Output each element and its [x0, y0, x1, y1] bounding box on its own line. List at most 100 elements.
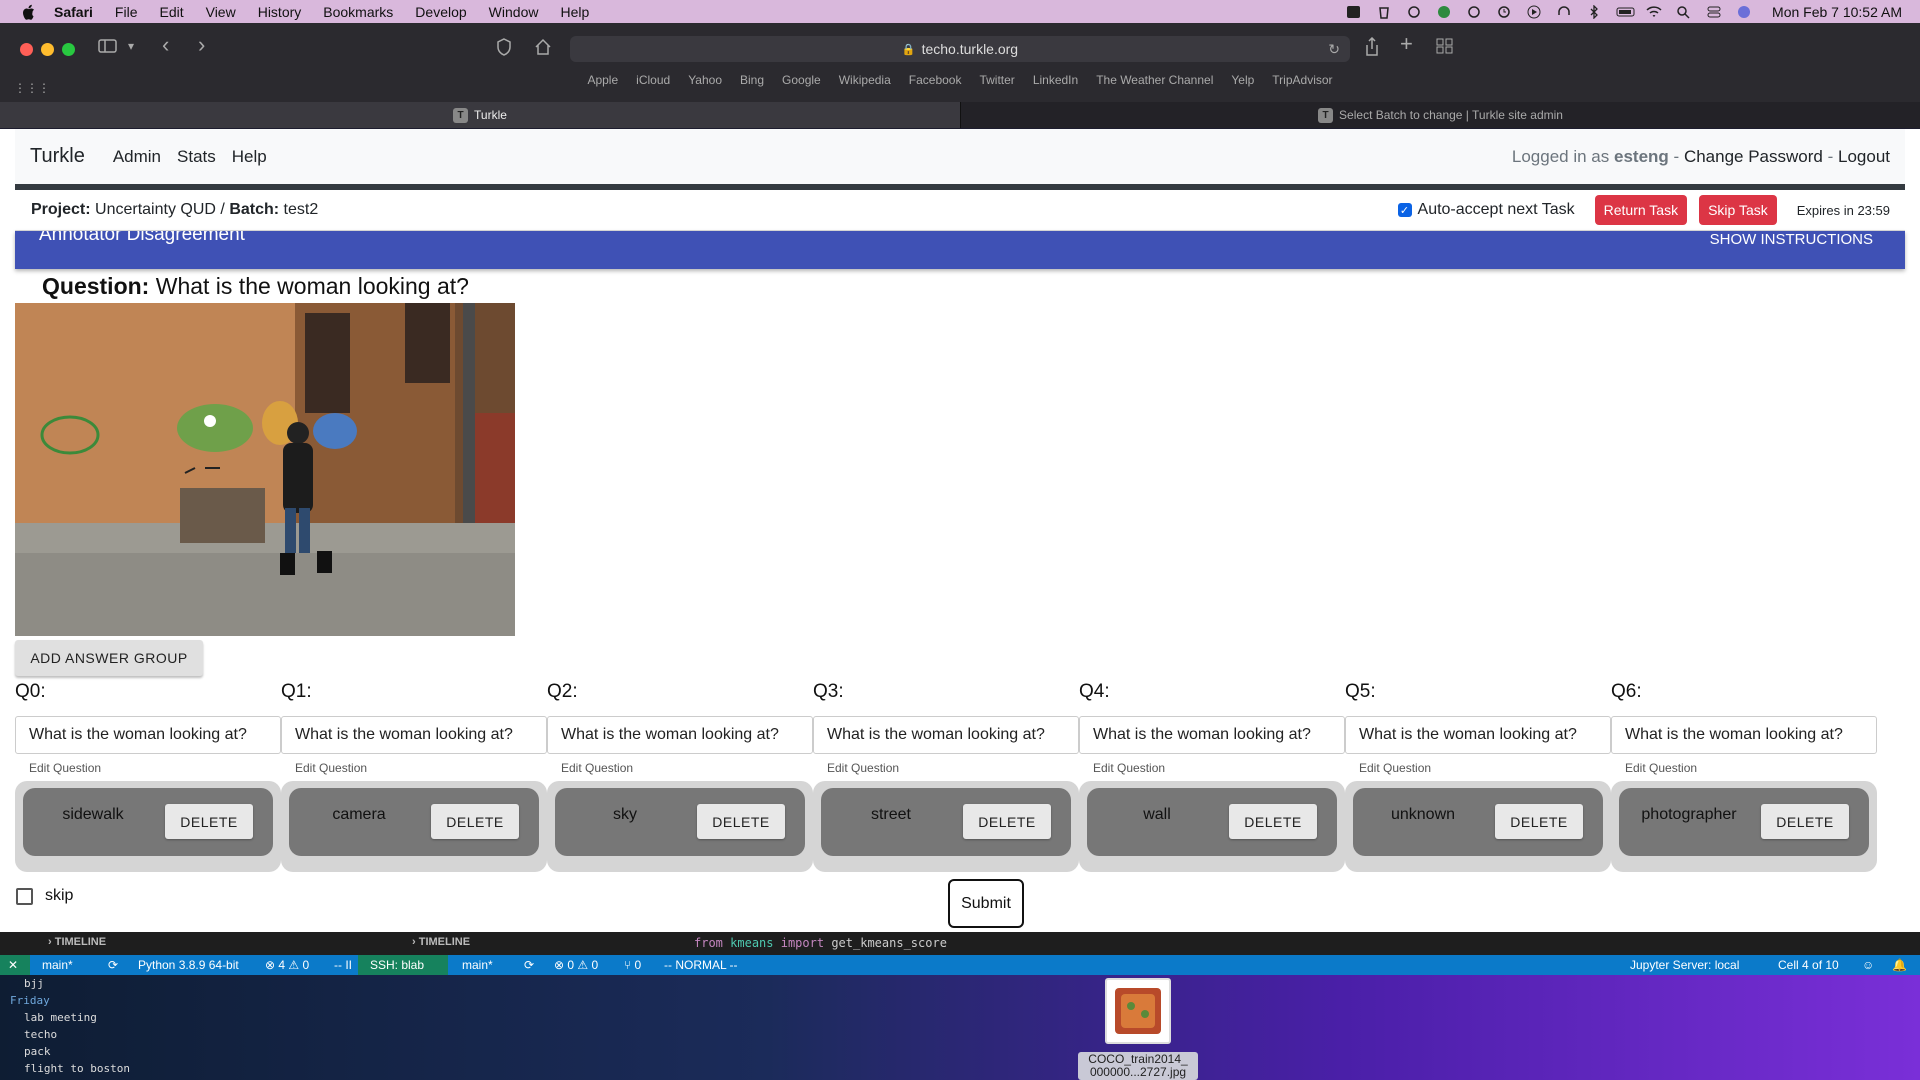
timeline-panel-header[interactable]: › TIMELINE — [412, 936, 470, 948]
back-arrow-icon[interactable]: ‹ — [162, 34, 169, 56]
python-interpreter[interactable]: Python 3.8.9 64-bit — [138, 958, 239, 972]
answer-chip[interactable]: street DELETE — [821, 788, 1071, 856]
delete-answer-button[interactable]: DELETE — [1229, 804, 1317, 839]
home-icon[interactable] — [534, 38, 552, 60]
new-tab-plus-icon[interactable]: + — [1400, 33, 1413, 55]
nav-help-link[interactable]: Help — [232, 147, 267, 167]
sidebar-chevron-down-icon[interactable]: ▾ — [128, 36, 134, 56]
forward-arrow-icon[interactable]: › — [198, 34, 205, 56]
delete-answer-button[interactable]: DELETE — [1495, 804, 1583, 839]
delete-answer-button[interactable]: DELETE — [165, 804, 253, 839]
share-icon[interactable] — [1364, 36, 1380, 61]
nav-admin-link[interactable]: Admin — [113, 147, 161, 167]
menu-history[interactable]: History — [258, 4, 302, 20]
favorite-twitter[interactable]: Twitter — [979, 73, 1014, 93]
address-bar[interactable]: 🔒 techo.turkle.org ↻ — [570, 36, 1350, 62]
add-answer-group-button[interactable]: ADD ANSWER GROUP — [15, 640, 203, 676]
answer-chip[interactable]: camera DELETE — [289, 788, 539, 856]
skip-task-button[interactable]: Skip Task — [1699, 195, 1777, 225]
delete-answer-button[interactable]: DELETE — [697, 804, 785, 839]
auto-accept-toggle[interactable]: ✓ Auto-accept next Task — [1397, 201, 1575, 219]
wifi-icon[interactable] — [1646, 5, 1662, 19]
time-machine-icon[interactable] — [1496, 5, 1512, 19]
timeline-panel-header[interactable]: › TIMELINE — [48, 936, 106, 948]
zoom-window-button[interactable] — [62, 43, 75, 56]
battery-icon[interactable] — [1616, 5, 1635, 19]
menu-view[interactable]: View — [206, 4, 236, 20]
change-password-link[interactable]: Change Password — [1684, 147, 1823, 166]
spotlight-search-icon[interactable] — [1676, 5, 1692, 19]
bluetooth-icon[interactable] — [1586, 3, 1602, 20]
answer-chip[interactable]: sidewalk DELETE — [23, 788, 273, 856]
control-center-icon[interactable] — [1706, 5, 1722, 19]
question-input[interactable]: What is the woman looking at? — [15, 716, 281, 754]
tab-overview-icon[interactable] — [1436, 38, 1454, 58]
siri-icon[interactable] — [1736, 5, 1752, 19]
trash-status-icon[interactable] — [1376, 5, 1392, 19]
sidebar-toggle-icon[interactable] — [98, 38, 118, 58]
question-input[interactable]: What is the woman looking at? — [1611, 716, 1877, 754]
delete-answer-button[interactable]: DELETE — [963, 804, 1051, 839]
problems-mid[interactable]: ⊗ 0 ⚠ 0 — [554, 958, 598, 972]
tab-turkle[interactable]: T Turkle — [0, 102, 960, 128]
menu-develop[interactable]: Develop — [415, 4, 466, 20]
delete-answer-button[interactable]: DELETE — [1761, 804, 1849, 839]
menu-bookmarks[interactable]: Bookmarks — [323, 4, 393, 20]
tab-admin[interactable]: T Select Batch to change | Turkle site a… — [960, 102, 1920, 128]
menu-help[interactable]: Help — [560, 4, 589, 20]
answer-chip[interactable]: sky DELETE — [555, 788, 805, 856]
play-status-icon[interactable] — [1526, 5, 1542, 19]
answer-chip[interactable]: unknown DELETE — [1353, 788, 1603, 856]
desktop-file-icon[interactable]: COCO_train2014_ 000000...2727.jpg — [1078, 978, 1198, 1080]
apple-menu-icon[interactable] — [20, 3, 38, 21]
cell-indicator[interactable]: Cell 4 of 10 — [1778, 958, 1839, 972]
favorite-linkedin[interactable]: LinkedIn — [1033, 73, 1078, 93]
dollar-status-icon[interactable] — [1436, 5, 1452, 19]
favorite-apple[interactable]: Apple — [587, 73, 618, 93]
status-app-icon[interactable] — [1346, 5, 1362, 19]
answer-chip[interactable]: wall DELETE — [1087, 788, 1337, 856]
favorite-google[interactable]: Google — [782, 73, 821, 93]
menu-window[interactable]: Window — [489, 4, 539, 20]
favorite-facebook[interactable]: Facebook — [909, 73, 962, 93]
return-task-button[interactable]: Return Task — [1594, 195, 1688, 225]
feedback-icon[interactable]: ☺ — [1862, 958, 1874, 972]
favorite-yahoo[interactable]: Yahoo — [688, 73, 722, 93]
favorite-tripadvisor[interactable]: TripAdvisor — [1272, 73, 1332, 93]
skip-toggle[interactable]: skip — [16, 887, 73, 905]
problems-left[interactable]: ⊗ 4 ⚠ 0 — [265, 958, 309, 972]
favorite-wikipedia[interactable]: Wikipedia — [839, 73, 891, 93]
question-input[interactable]: What is the woman looking at? — [1079, 716, 1345, 754]
menu-file[interactable]: File — [115, 4, 138, 20]
menu-clock[interactable]: Mon Feb 7 10:52 AM — [1772, 4, 1902, 20]
remote-icon[interactable]: ✕ — [8, 958, 18, 972]
logout-link[interactable]: Logout — [1838, 147, 1890, 166]
question-input[interactable]: What is the woman looking at? — [813, 716, 1079, 754]
skip-checkbox[interactable] — [16, 887, 33, 905]
answer-chip[interactable]: photographer DELETE — [1619, 788, 1869, 856]
cloud-status-icon[interactable] — [1406, 5, 1422, 19]
nav-stats-link[interactable]: Stats — [177, 147, 216, 167]
favorite-weather-channel[interactable]: The Weather Channel — [1096, 73, 1213, 93]
sync-icon[interactable]: ⟳ — [108, 958, 118, 972]
sync-icon[interactable]: ⟳ — [524, 958, 534, 972]
minimize-window-button[interactable] — [41, 43, 54, 56]
reload-icon[interactable]: ↻ — [1328, 41, 1340, 58]
git-branch-left[interactable]: main* — [42, 958, 73, 972]
favorite-bing[interactable]: Bing — [740, 73, 764, 93]
submit-button[interactable]: Submit — [948, 879, 1024, 928]
notifications-bell-icon[interactable]: 🔔 — [1892, 958, 1907, 972]
ports-indicator[interactable]: ⑂ 0 — [624, 958, 641, 972]
brand-link[interactable]: Turkle — [30, 145, 85, 168]
delete-answer-button[interactable]: DELETE — [431, 804, 519, 839]
favorite-icloud[interactable]: iCloud — [636, 73, 670, 93]
headphones-icon[interactable] — [1556, 5, 1572, 19]
question-input[interactable]: What is the woman looking at? — [1345, 716, 1611, 754]
favorite-yelp[interactable]: Yelp — [1231, 73, 1254, 93]
jupyter-server-status[interactable]: Jupyter Server: local — [1630, 958, 1739, 972]
git-branch-mid[interactable]: main* — [462, 958, 493, 972]
question-input[interactable]: What is the woman looking at? — [281, 716, 547, 754]
close-window-button[interactable] — [20, 43, 33, 56]
auto-accept-checkbox[interactable]: ✓ — [1397, 203, 1412, 217]
ssh-host[interactable]: SSH: blab — [370, 958, 424, 972]
